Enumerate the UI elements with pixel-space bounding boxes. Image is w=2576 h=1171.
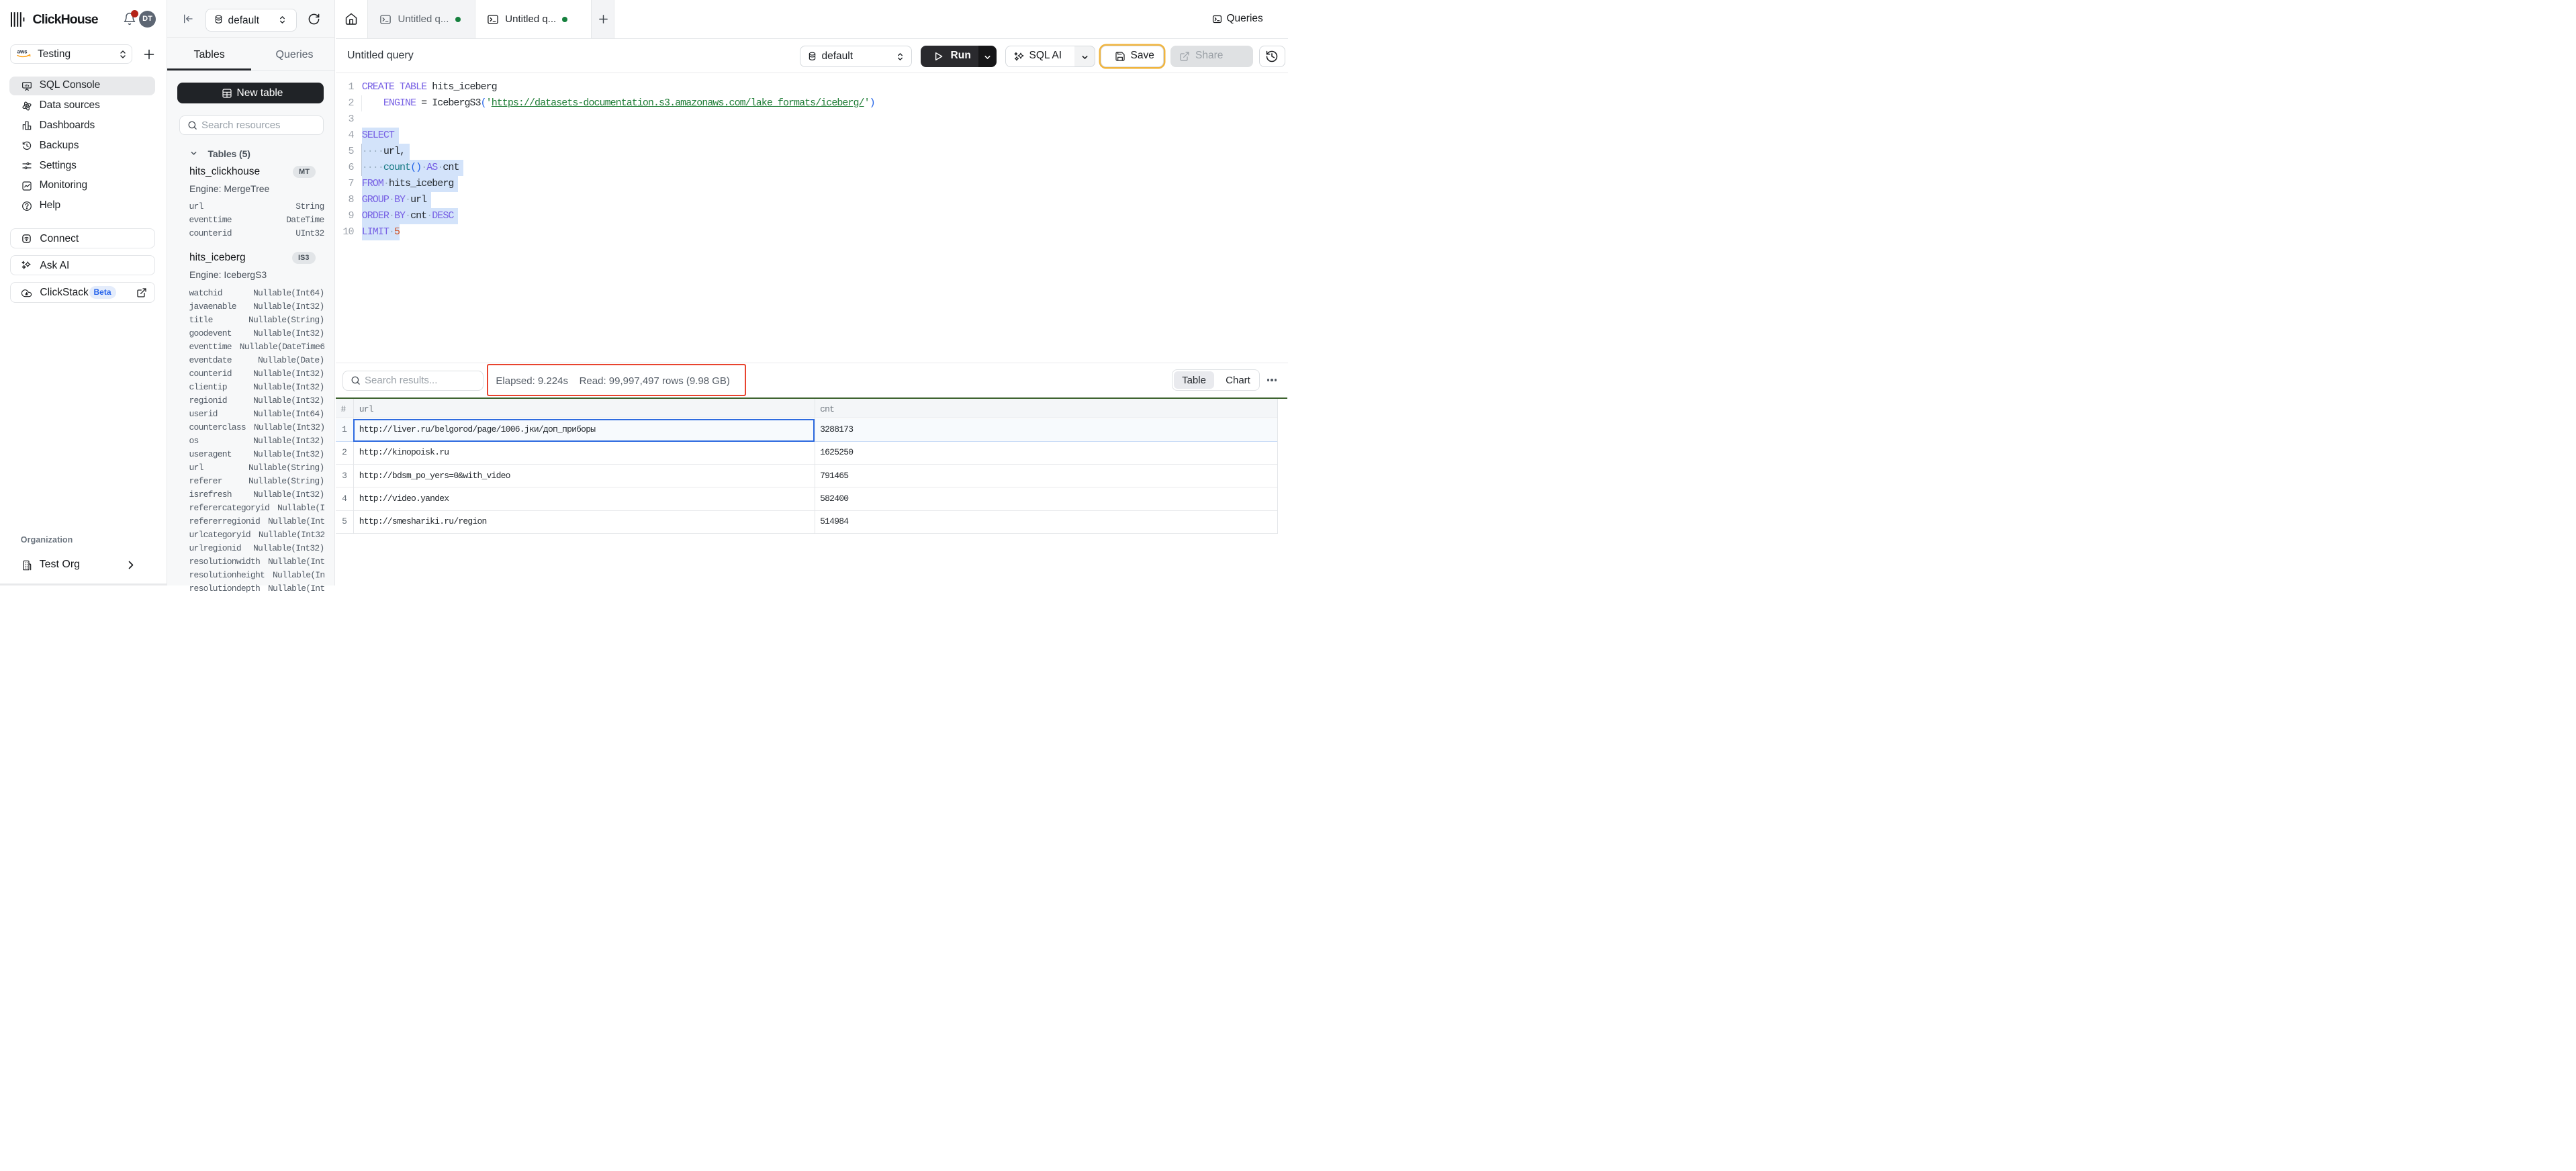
svg-text:aws: aws — [17, 49, 28, 55]
